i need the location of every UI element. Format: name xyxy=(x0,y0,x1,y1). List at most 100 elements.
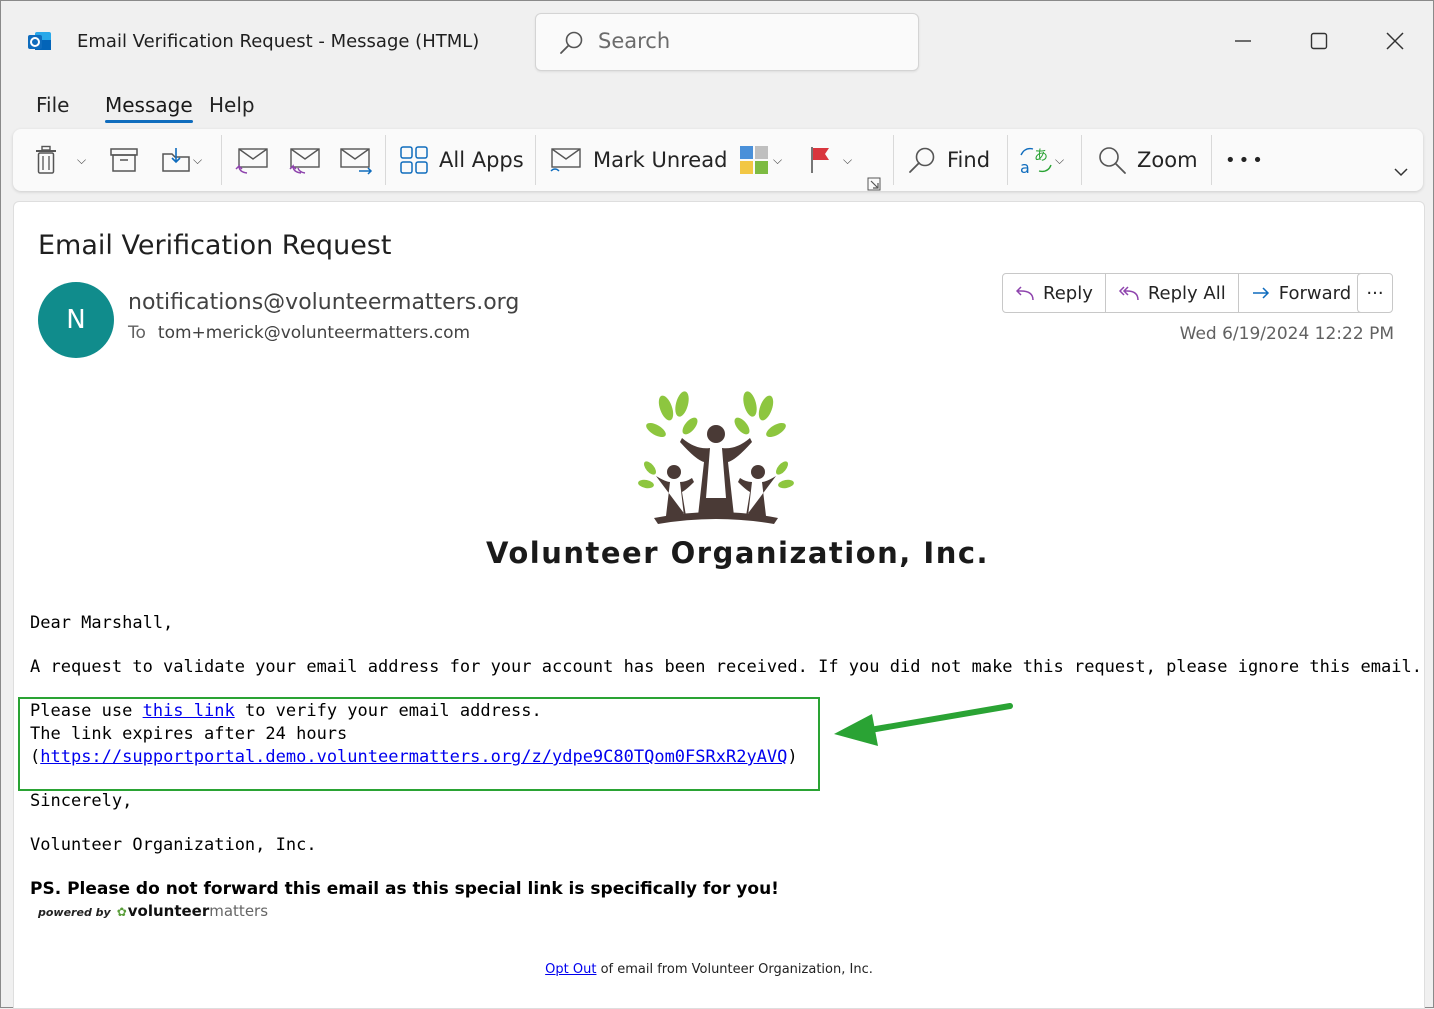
all-apps-label: All Apps xyxy=(439,148,524,172)
forward-label: Forward xyxy=(1278,282,1352,304)
ribbon-separator xyxy=(221,135,222,185)
more-commands-label: ••• xyxy=(1225,149,1266,171)
maximize-button[interactable] xyxy=(1299,23,1339,59)
reply-arrow-icon xyxy=(1015,286,1034,301)
zoom-button[interactable]: Zoom xyxy=(1097,141,1198,179)
clover-icon: ✿ xyxy=(116,905,127,919)
categorize-button[interactable]: ⌵ xyxy=(739,141,782,179)
reply-all-mail-icon xyxy=(289,148,320,174)
search-icon xyxy=(560,31,583,54)
reply-all-label: Reply All xyxy=(1147,282,1226,304)
more-actions-button[interactable]: ··· xyxy=(1357,273,1393,313)
minimize-icon xyxy=(1235,40,1251,42)
forward-mail-icon xyxy=(340,148,373,175)
find-label: Find xyxy=(947,148,991,172)
archive-button[interactable] xyxy=(109,141,139,179)
maximize-icon xyxy=(1310,32,1328,50)
window-title: Email Verification Request - Message (HT… xyxy=(77,31,480,52)
verification-url-link[interactable]: https://supportportal.demo.volunteermatt… xyxy=(40,747,787,767)
flag-dropdown-chevron-icon[interactable]: ⌵ xyxy=(843,153,852,168)
organization-name: Volunteer Organization, Inc. xyxy=(486,536,990,570)
ribbon-separator xyxy=(1007,135,1008,185)
url-line: (https://supportportal.demo.volunteermat… xyxy=(30,747,798,767)
forward-ribbon-button[interactable] xyxy=(339,141,373,179)
svg-text:あ: あ xyxy=(1034,148,1048,164)
zoom-icon xyxy=(1099,147,1126,174)
delete-button[interactable]: ⌵ xyxy=(33,141,86,179)
ps-note: PS. Please do not forward this email as … xyxy=(30,879,779,899)
powered-brand-bold: volunteer xyxy=(127,902,210,920)
reply-mail-icon xyxy=(235,148,268,174)
reply-all-ribbon-button[interactable] xyxy=(287,141,321,179)
reply-all-button[interactable]: Reply All xyxy=(1106,274,1239,312)
tags-dialog-launcher[interactable] xyxy=(867,165,881,203)
opt-out-text: of email from Volunteer Organization, In… xyxy=(596,962,873,977)
find-icon xyxy=(909,147,935,173)
reply-button[interactable]: Reply xyxy=(1003,274,1106,312)
recipient-line: To tom+merick@volunteermatters.com xyxy=(128,323,470,343)
apps-grid-icon xyxy=(400,146,428,174)
powered-brand-light: matters xyxy=(209,902,269,920)
message-subject: Email Verification Request xyxy=(38,230,392,261)
trash-icon xyxy=(36,145,56,174)
move-to-folder-icon xyxy=(162,148,190,172)
message-date: Wed 6/19/2024 12:22 PM xyxy=(1179,324,1394,344)
organization-logo xyxy=(638,391,794,524)
verify-link[interactable]: this link xyxy=(143,701,235,721)
opt-out-line: Opt Out of email from Volunteer Organiza… xyxy=(14,962,1404,977)
powered-by-badge: powered by ✿ volunteer matters xyxy=(38,902,268,920)
translate-dropdown-chevron-icon[interactable]: ⌵ xyxy=(1055,153,1064,168)
search-placeholder: Search xyxy=(598,29,671,53)
message-actions-group: Reply Reply All Forward xyxy=(1002,273,1365,313)
close-button[interactable] xyxy=(1375,23,1415,59)
closing: Sincerely, xyxy=(30,791,133,811)
dialog-launcher-icon xyxy=(867,177,881,191)
mark-unread-mail-icon xyxy=(550,148,581,172)
menu-help[interactable]: Help xyxy=(209,93,255,117)
reply-ribbon-button[interactable] xyxy=(235,141,269,179)
delete-dropdown-chevron-icon[interactable]: ⌵ xyxy=(77,153,86,168)
ribbon-separator xyxy=(385,135,386,185)
move-button[interactable]: ⌵ xyxy=(161,141,202,179)
reply-label: Reply xyxy=(1043,282,1093,304)
menu-message[interactable]: Message xyxy=(105,93,193,123)
reading-pane: Email Verification Request N notificatio… xyxy=(13,201,1425,1009)
sender-address[interactable]: notifications@volunteermatters.org xyxy=(128,290,519,315)
url-close-paren: ) xyxy=(787,747,798,767)
zoom-label: Zoom xyxy=(1137,148,1198,172)
flag-icon xyxy=(811,147,829,173)
verify-prefix: Please use xyxy=(30,701,143,721)
svg-text:a: a xyxy=(1020,158,1030,175)
ribbon-toolbar: ⌵ ⌵ All Apps Mark Unread ⌵ ⌵ Find a あ ⌵ … xyxy=(13,129,1423,191)
recipient-address[interactable]: tom+merick@volunteermatters.com xyxy=(158,323,470,343)
url-open-paren: ( xyxy=(30,747,41,767)
forward-arrow-icon xyxy=(1252,287,1269,299)
mark-unread-button[interactable]: Mark Unread xyxy=(549,141,727,179)
paragraph-validation: A request to validate your email address… xyxy=(30,657,1422,677)
verify-suffix: to verify your email address. xyxy=(234,701,542,721)
ribbon-separator xyxy=(1081,135,1082,185)
outlook-message-window: Email Verification Request - Message (HT… xyxy=(0,0,1434,1009)
menu-file[interactable]: File xyxy=(36,93,69,117)
find-button[interactable]: Find xyxy=(907,141,990,179)
expiry-line: The link expires after 24 hours xyxy=(30,724,348,744)
expand-ribbon-button[interactable] xyxy=(1393,153,1409,191)
signature: Volunteer Organization, Inc. xyxy=(30,835,317,855)
sender-avatar[interactable]: N xyxy=(38,282,114,358)
flag-button[interactable]: ⌵ xyxy=(809,141,852,179)
powered-by-label: powered by xyxy=(38,906,111,919)
minimize-button[interactable] xyxy=(1223,23,1263,59)
to-label: To xyxy=(128,323,146,343)
forward-button[interactable]: Forward xyxy=(1239,274,1363,312)
reply-all-arrow-icon xyxy=(1118,286,1139,301)
move-dropdown-chevron-icon[interactable]: ⌵ xyxy=(193,153,202,168)
archive-icon xyxy=(110,148,138,172)
translate-button[interactable]: a あ ⌵ xyxy=(1019,141,1064,179)
search-box[interactable]: Search xyxy=(535,13,919,71)
more-commands-button[interactable]: ••• xyxy=(1225,141,1266,179)
all-apps-button[interactable]: All Apps xyxy=(399,141,524,179)
mark-unread-label: Mark Unread xyxy=(593,148,728,172)
more-actions-label: ··· xyxy=(1366,282,1384,304)
categorize-dropdown-chevron-icon[interactable]: ⌵ xyxy=(773,153,782,168)
opt-out-link[interactable]: Opt Out xyxy=(545,962,596,977)
